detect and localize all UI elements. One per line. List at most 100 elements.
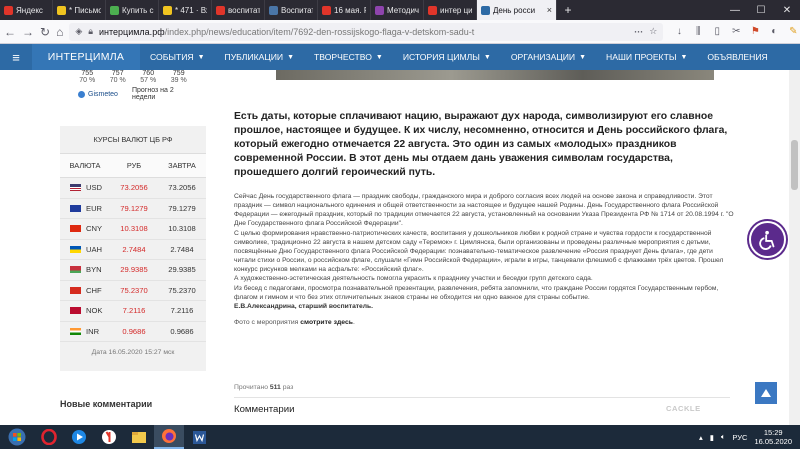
scroll-to-top-button[interactable] — [755, 382, 777, 404]
article-photo-strip — [276, 70, 714, 80]
download-icon[interactable]: ↓ — [673, 26, 685, 38]
browser-tab[interactable]: Яндекс — [0, 0, 53, 20]
tab-favicon-icon — [163, 5, 172, 15]
bookmark-star-icon[interactable]: ☆ — [649, 26, 657, 37]
forward-arrow-icon[interactable]: → — [22, 24, 34, 40]
lock-icon[interactable]: 🔒︎ — [88, 26, 93, 37]
menu-item-label: НАШИ ПРОЕКТЫ — [606, 52, 677, 62]
rate-tomorrow: 75.2370 — [168, 285, 196, 295]
views-counter: Прочитано 511 раз — [234, 384, 294, 391]
cackle-logo[interactable]: CACKLE — [666, 404, 701, 413]
rates-row: NOK 7.2116 7.2116 — [60, 301, 206, 322]
extension-icon[interactable]: ⚑ — [749, 26, 761, 38]
close-window-icon[interactable]: ✕ — [774, 0, 800, 20]
rate-currency: INR — [60, 327, 110, 336]
rate-currency: CHF — [60, 286, 110, 295]
article-signature: Е.В.Александрина, старший воспитатель. — [234, 302, 373, 310]
forecast-link[interactable]: Прогноз на 2 недели — [132, 87, 188, 101]
address-bar[interactable]: ◈ 🔒︎ интерцимла.рф/index.php/news/educat… — [69, 22, 664, 41]
tab-title: Методическ — [387, 5, 419, 15]
browser-tab-active[interactable]: День росси × — [477, 0, 557, 20]
screenshot-icon[interactable]: ✂ — [730, 26, 742, 38]
volume-icon[interactable]: 🔈︎ — [721, 432, 726, 442]
firefox-icon[interactable] — [154, 425, 184, 449]
chevron-down-icon: ▼ — [483, 53, 491, 61]
network-icon[interactable]: ▮ — [710, 433, 714, 442]
library-icon[interactable]: ⫼ — [692, 26, 704, 38]
rates-date: Дата 16.05.2020 15:27 мск — [91, 348, 175, 356]
windows-start-icon[interactable] — [0, 425, 34, 449]
accessibility-button[interactable] — [749, 221, 786, 258]
rate-currency: UAH — [60, 245, 110, 254]
hamburger-menu-icon[interactable]: ≡ — [0, 44, 32, 70]
reload-icon[interactable]: ↻ — [40, 24, 50, 40]
new-tab-button[interactable]: + — [557, 0, 579, 20]
tray-up-arrow-icon[interactable]: ▴ — [699, 433, 703, 442]
site-header: ≡ ИНТЕРЦИМЛА СОБЫТИЯ ▼ ПУБЛИКАЦИИ ▼ ТВОРЧЕСТ… — [0, 44, 800, 70]
menu-item[interactable]: ТВОРЧЕСТВО ▼ — [304, 44, 393, 70]
browser-tab[interactable]: * Письмо «Го — [53, 0, 106, 20]
shield-icon[interactable]: ◈ — [75, 26, 82, 37]
article-paragraph: А художественно-эстетическая деятельност… — [234, 275, 593, 283]
menu-item[interactable]: СОБЫТИЯ ▼ — [140, 44, 215, 70]
close-tab-icon[interactable]: × — [547, 5, 552, 15]
menu-item[interactable]: ИСТОРИЯ ЦИМЛЫ ▼ — [393, 44, 501, 70]
browser-tab[interactable]: Методическ — [371, 0, 424, 20]
gismeteo-icon — [78, 90, 85, 98]
word-icon[interactable] — [184, 425, 214, 449]
rates-row: USD 73.2056 73.2056 — [60, 178, 206, 199]
browser-tab[interactable]: Купить соко — [106, 0, 159, 20]
yandex-browser-icon[interactable] — [94, 425, 124, 449]
menu-item-label: ОРГАНИЗАЦИИ — [510, 52, 576, 62]
flag-ua-icon — [70, 245, 81, 253]
sidebar-icon[interactable]: ▯ — [711, 26, 723, 38]
rate-today: 2.7484 — [122, 244, 146, 254]
weather-value: 759 — [172, 70, 185, 77]
clock[interactable]: 15:29 16.05.2020 — [754, 428, 792, 446]
page-actions-icon[interactable]: ··· — [634, 27, 643, 37]
browser-tab[interactable]: воспитател — [212, 0, 265, 20]
extension-pencil-icon[interactable]: ✎ — [787, 26, 799, 38]
back-arrow-icon[interactable]: ← — [4, 24, 16, 40]
chevron-down-icon: ▼ — [579, 53, 587, 61]
rate-today: 75.2370 — [120, 285, 148, 295]
browser-tab[interactable]: * 471 · Входящ — [159, 0, 212, 20]
browser-tab[interactable]: 16 мая. РП — [318, 0, 371, 20]
weather-value: 757 — [111, 70, 124, 77]
opera-icon[interactable] — [34, 425, 64, 449]
rates-header-row: ВАЛЮТА РУБ ЗАВТРА — [60, 154, 206, 178]
sync-icon[interactable]: ◐ — [768, 26, 780, 38]
tab-title: Яндекс — [16, 5, 43, 15]
menu-item[interactable]: ПУБЛИКАЦИИ ▼ — [215, 44, 304, 70]
media-player-icon[interactable] — [64, 425, 94, 449]
file-explorer-icon[interactable] — [124, 425, 154, 449]
rate-currency: NOK — [60, 306, 110, 315]
browser-tab[interactable]: Воспитате — [265, 0, 318, 20]
maximize-icon[interactable]: ☐ — [748, 0, 774, 20]
minimize-icon[interactable]: — — [722, 0, 748, 20]
menu-item[interactable]: НАШИ ПРОЕКТЫ ▼ — [596, 44, 697, 70]
page-scrollbar[interactable] — [789, 70, 800, 425]
gismeteo-logo[interactable]: Gismeteo — [78, 90, 118, 98]
menu-item-label: ТВОРЧЕСТВО — [314, 52, 372, 62]
site-brand[interactable]: ИНТЕРЦИМЛА — [32, 44, 140, 70]
currency-code: CHF — [86, 285, 102, 295]
tab-title: * Письмо «Го — [69, 5, 101, 15]
photos-link[interactable]: смотрите здесь — [300, 319, 353, 326]
menu-item[interactable]: ОБЪЯВЛЕНИЯ — [697, 44, 777, 70]
rate-currency: CNY — [60, 224, 110, 233]
article-paragraph: Из бесед с педагогами, просмотра познава… — [234, 284, 719, 301]
tab-title: 16 мая. РП — [334, 5, 366, 15]
rate-tomorrow: 0.9686 — [170, 326, 194, 336]
rate-tomorrow: 2.7484 — [170, 244, 194, 254]
menu-item[interactable]: ОРГАНИЗАЦИИ ▼ — [501, 44, 596, 70]
rate-tomorrow: 10.3108 — [168, 224, 196, 234]
wheelchair-icon — [758, 230, 774, 250]
rate-today: 73.2056 — [120, 183, 148, 193]
browser-tab[interactable]: интер цимл — [424, 0, 477, 20]
url-domain: интерцимла.рф — [99, 26, 165, 37]
home-icon[interactable]: ⌂ — [56, 24, 63, 40]
scrollbar-thumb[interactable] — [791, 140, 798, 190]
weather-widget: 755 757 760 759 70 % 70 % 57 % 39 % Gismeteo П… — [60, 70, 206, 112]
language-indicator[interactable]: РУС — [732, 433, 747, 442]
